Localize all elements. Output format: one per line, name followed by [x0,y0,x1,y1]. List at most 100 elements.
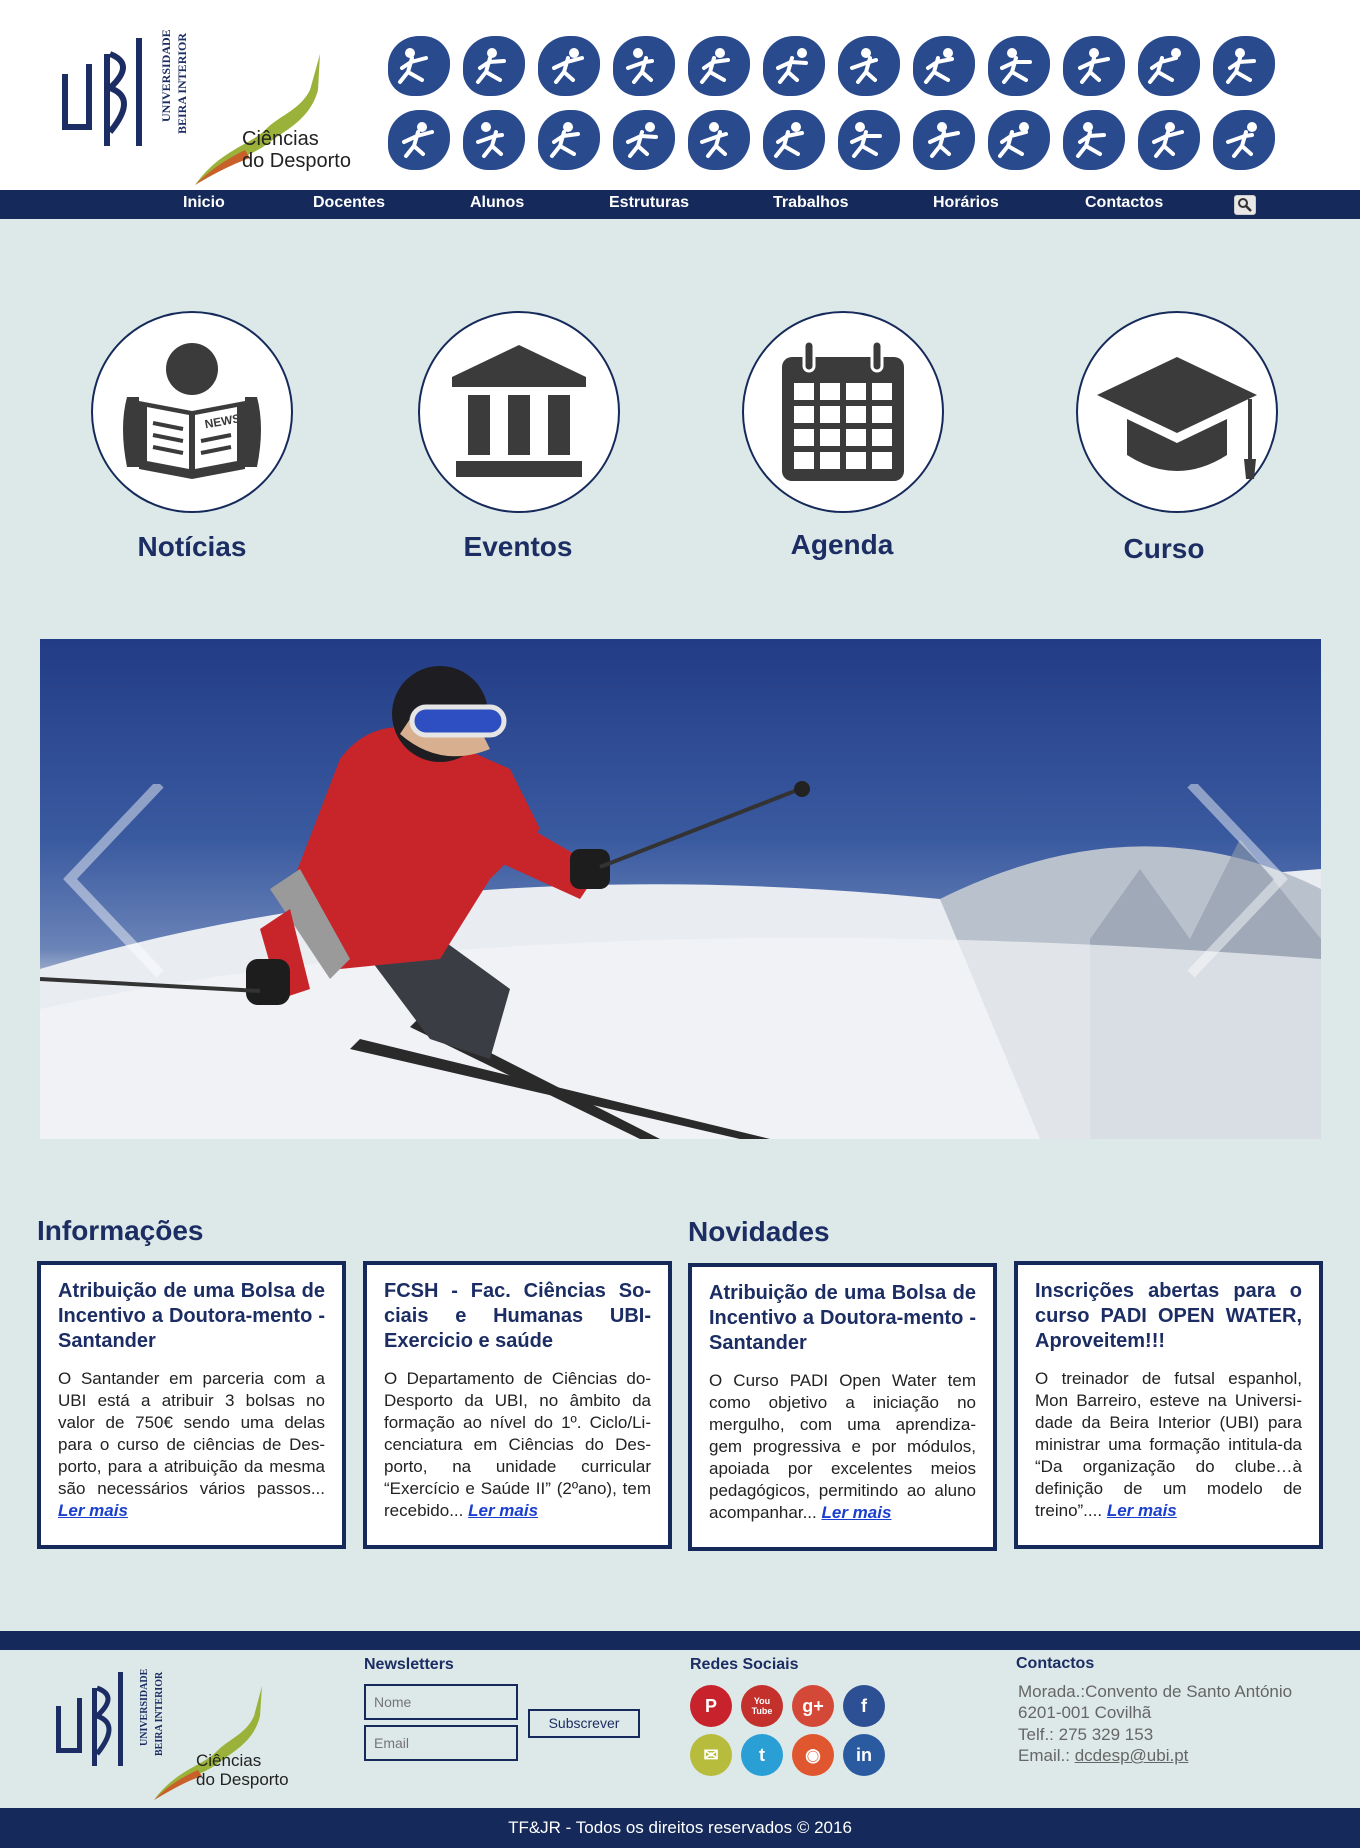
judo-icon [463,110,525,170]
card-title[interactable]: FCSH - Fac. Ciências So-ciais e Humanas … [384,1279,651,1354]
chevron-right-icon[interactable] [1181,784,1291,984]
nav-item-trabalhos[interactable]: Trabalhos [773,194,849,212]
card-title[interactable]: Inscrições abertas para o curso PADI OPE… [1035,1279,1302,1354]
card-body: O Departamento de Ciências do-Desporto d… [384,1369,651,1520]
course-line2: do Desporto [242,150,351,172]
card-body: O Curso PADI Open Water tem como objetiv… [709,1371,976,1522]
copyright: TF&JR - Todos os direitos reservados © 2… [0,1808,1360,1848]
linkedin-icon[interactable]: in [843,1734,885,1776]
rowing-icon [1063,36,1125,96]
footer-course-line2: do Desporto [196,1770,289,1789]
news-card: Inscrições abertas para o curso PADI OPE… [1014,1261,1323,1549]
equestrian-icon [388,110,450,170]
nav-item-contactos[interactable]: Contactos [1085,194,1163,212]
footer-course-line1: Ciências [196,1751,261,1770]
footer-ciencias-desporto-logo[interactable]: Ciências do Desporto [150,1682,310,1804]
quick-link-curso[interactable] [1076,311,1278,513]
card-body: O treinador de futsal espanhol, Mon Barr… [1035,1369,1302,1520]
search-button[interactable] [1234,195,1256,215]
ciencias-desporto-logo[interactable]: Ciências do Desporto [190,50,370,190]
nav-item-estruturas[interactable]: Estruturas [609,194,689,212]
read-more-link[interactable]: Ler mais [821,1503,891,1522]
read-more-link[interactable]: Ler mais [468,1501,538,1520]
contact-city: 6201-001 Covilhã [1018,1703,1152,1722]
social-heading: Redes Sociais [690,1656,799,1673]
canoe-icon [613,110,675,170]
chevron-left-icon[interactable] [60,784,170,984]
graduation-cap-icon [1097,357,1257,479]
running-icon [388,36,450,96]
triathlon-icon [688,110,750,170]
rss-icon[interactable]: ◉ [792,1734,834,1776]
newsletter-heading: Newsletters [364,1656,454,1673]
main-content: NEWS Notícias Eventos Agenda Curso Infor… [0,219,1360,1631]
athletics-icon [688,36,750,96]
card-title[interactable]: Atribuição de uma Bolsa de Incentivo a D… [709,1281,976,1356]
sport-icons-grid [388,36,1288,176]
info-card: FCSH - Fac. Ciências So-ciais e Humanas … [363,1261,672,1549]
facebook-icon[interactable]: f [843,1685,885,1727]
quick-link-eventos[interactable] [418,311,620,513]
youtube-icon[interactable]: You Tube [741,1685,783,1727]
sailing-icon [1213,110,1275,170]
quick-label-agenda[interactable]: Agenda [722,529,962,561]
twitter-icon[interactable]: t [741,1734,783,1776]
news-card: Atribuição de uma Bolsa de Incentivo a D… [688,1263,997,1551]
novidades-heading: Novidades [688,1216,830,1247]
open-water-icon [1138,110,1200,170]
table-tennis-icon [913,36,975,96]
university-line2: BEIRA INTERIOR [175,33,189,134]
contact-email-line: Email.: dcdesp@ubi.pt [1018,1746,1188,1766]
rowing-team-icon [913,110,975,170]
nav-item-alunos[interactable]: Alunos [470,194,524,212]
paratriathlon-icon [838,110,900,170]
road-cycling-icon [763,110,825,170]
newspaper-icon: NEWS [123,343,261,479]
pinterest-icon[interactable]: P [690,1685,732,1727]
read-more-link[interactable]: Ler mais [1107,1501,1177,1520]
university-line1: UNIVERSIDADE [159,29,173,122]
image-slider[interactable] [40,639,1321,1139]
info-card: Atribuição de uma Bolsa de Incentivo a D… [37,1261,346,1549]
nav-item-inicio[interactable]: Inicio [183,194,225,212]
course-line1: Ciências [242,128,319,150]
contacts-heading: Contactos [1016,1655,1095,1672]
goalball-icon [538,36,600,96]
swimming-icon [838,36,900,96]
newsletter-email-field[interactable] [364,1725,518,1761]
quick-link-noticias[interactable]: NEWS [91,311,293,513]
read-more-link[interactable]: Ler mais [58,1501,128,1520]
volleyball-icon [988,110,1050,170]
quick-label-eventos[interactable]: Eventos [398,531,638,563]
cycling-icon [1138,36,1200,96]
wheelchair-basketball-icon [988,36,1050,96]
newsletter-name-field[interactable] [364,1684,518,1720]
golf-icon [1063,110,1125,170]
contact-phone: Telf.: 275 329 153 [1018,1725,1154,1744]
subscribe-button[interactable]: Subscrever [528,1709,640,1738]
ubi-logo[interactable]: UNIVERSIDADE BEIRA INTERIOR [58,24,198,152]
contact-email-label: Email.: [1018,1746,1070,1765]
skier-photo [40,666,1321,1139]
wheelchair-tennis-icon [463,36,525,96]
wheelchair-fencing-icon [613,36,675,96]
nav-item-horarios[interactable]: Horários [933,194,999,212]
building-icon [452,345,586,477]
contact-email-link[interactable]: dcdesp@ubi.pt [1075,1746,1189,1765]
nav-item-docentes[interactable]: Docentes [313,194,385,212]
footer-divider [0,1631,1360,1650]
quick-link-agenda[interactable] [742,311,944,513]
search-icon [1238,198,1252,212]
card-body: O Santander em parceria com a UBI está a… [58,1369,325,1520]
football-icon [763,36,825,96]
google-plus-icon[interactable]: g+ [792,1685,834,1727]
site-header: UNIVERSIDADE BEIRA INTERIOR Ciências do … [0,0,1360,190]
email-icon[interactable]: ✉ [690,1734,732,1776]
shooting-icon [1213,36,1275,96]
informacoes-heading: Informações [37,1215,204,1246]
card-title[interactable]: Atribuição de uma Bolsa de Incentivo a D… [58,1279,325,1354]
quick-label-curso[interactable]: Curso [1044,533,1284,565]
quick-label-noticias[interactable]: Notícias [72,531,312,563]
main-nav: Inicio Docentes Alunos Estruturas Trabal… [0,190,1360,219]
diving-icon [538,110,600,170]
